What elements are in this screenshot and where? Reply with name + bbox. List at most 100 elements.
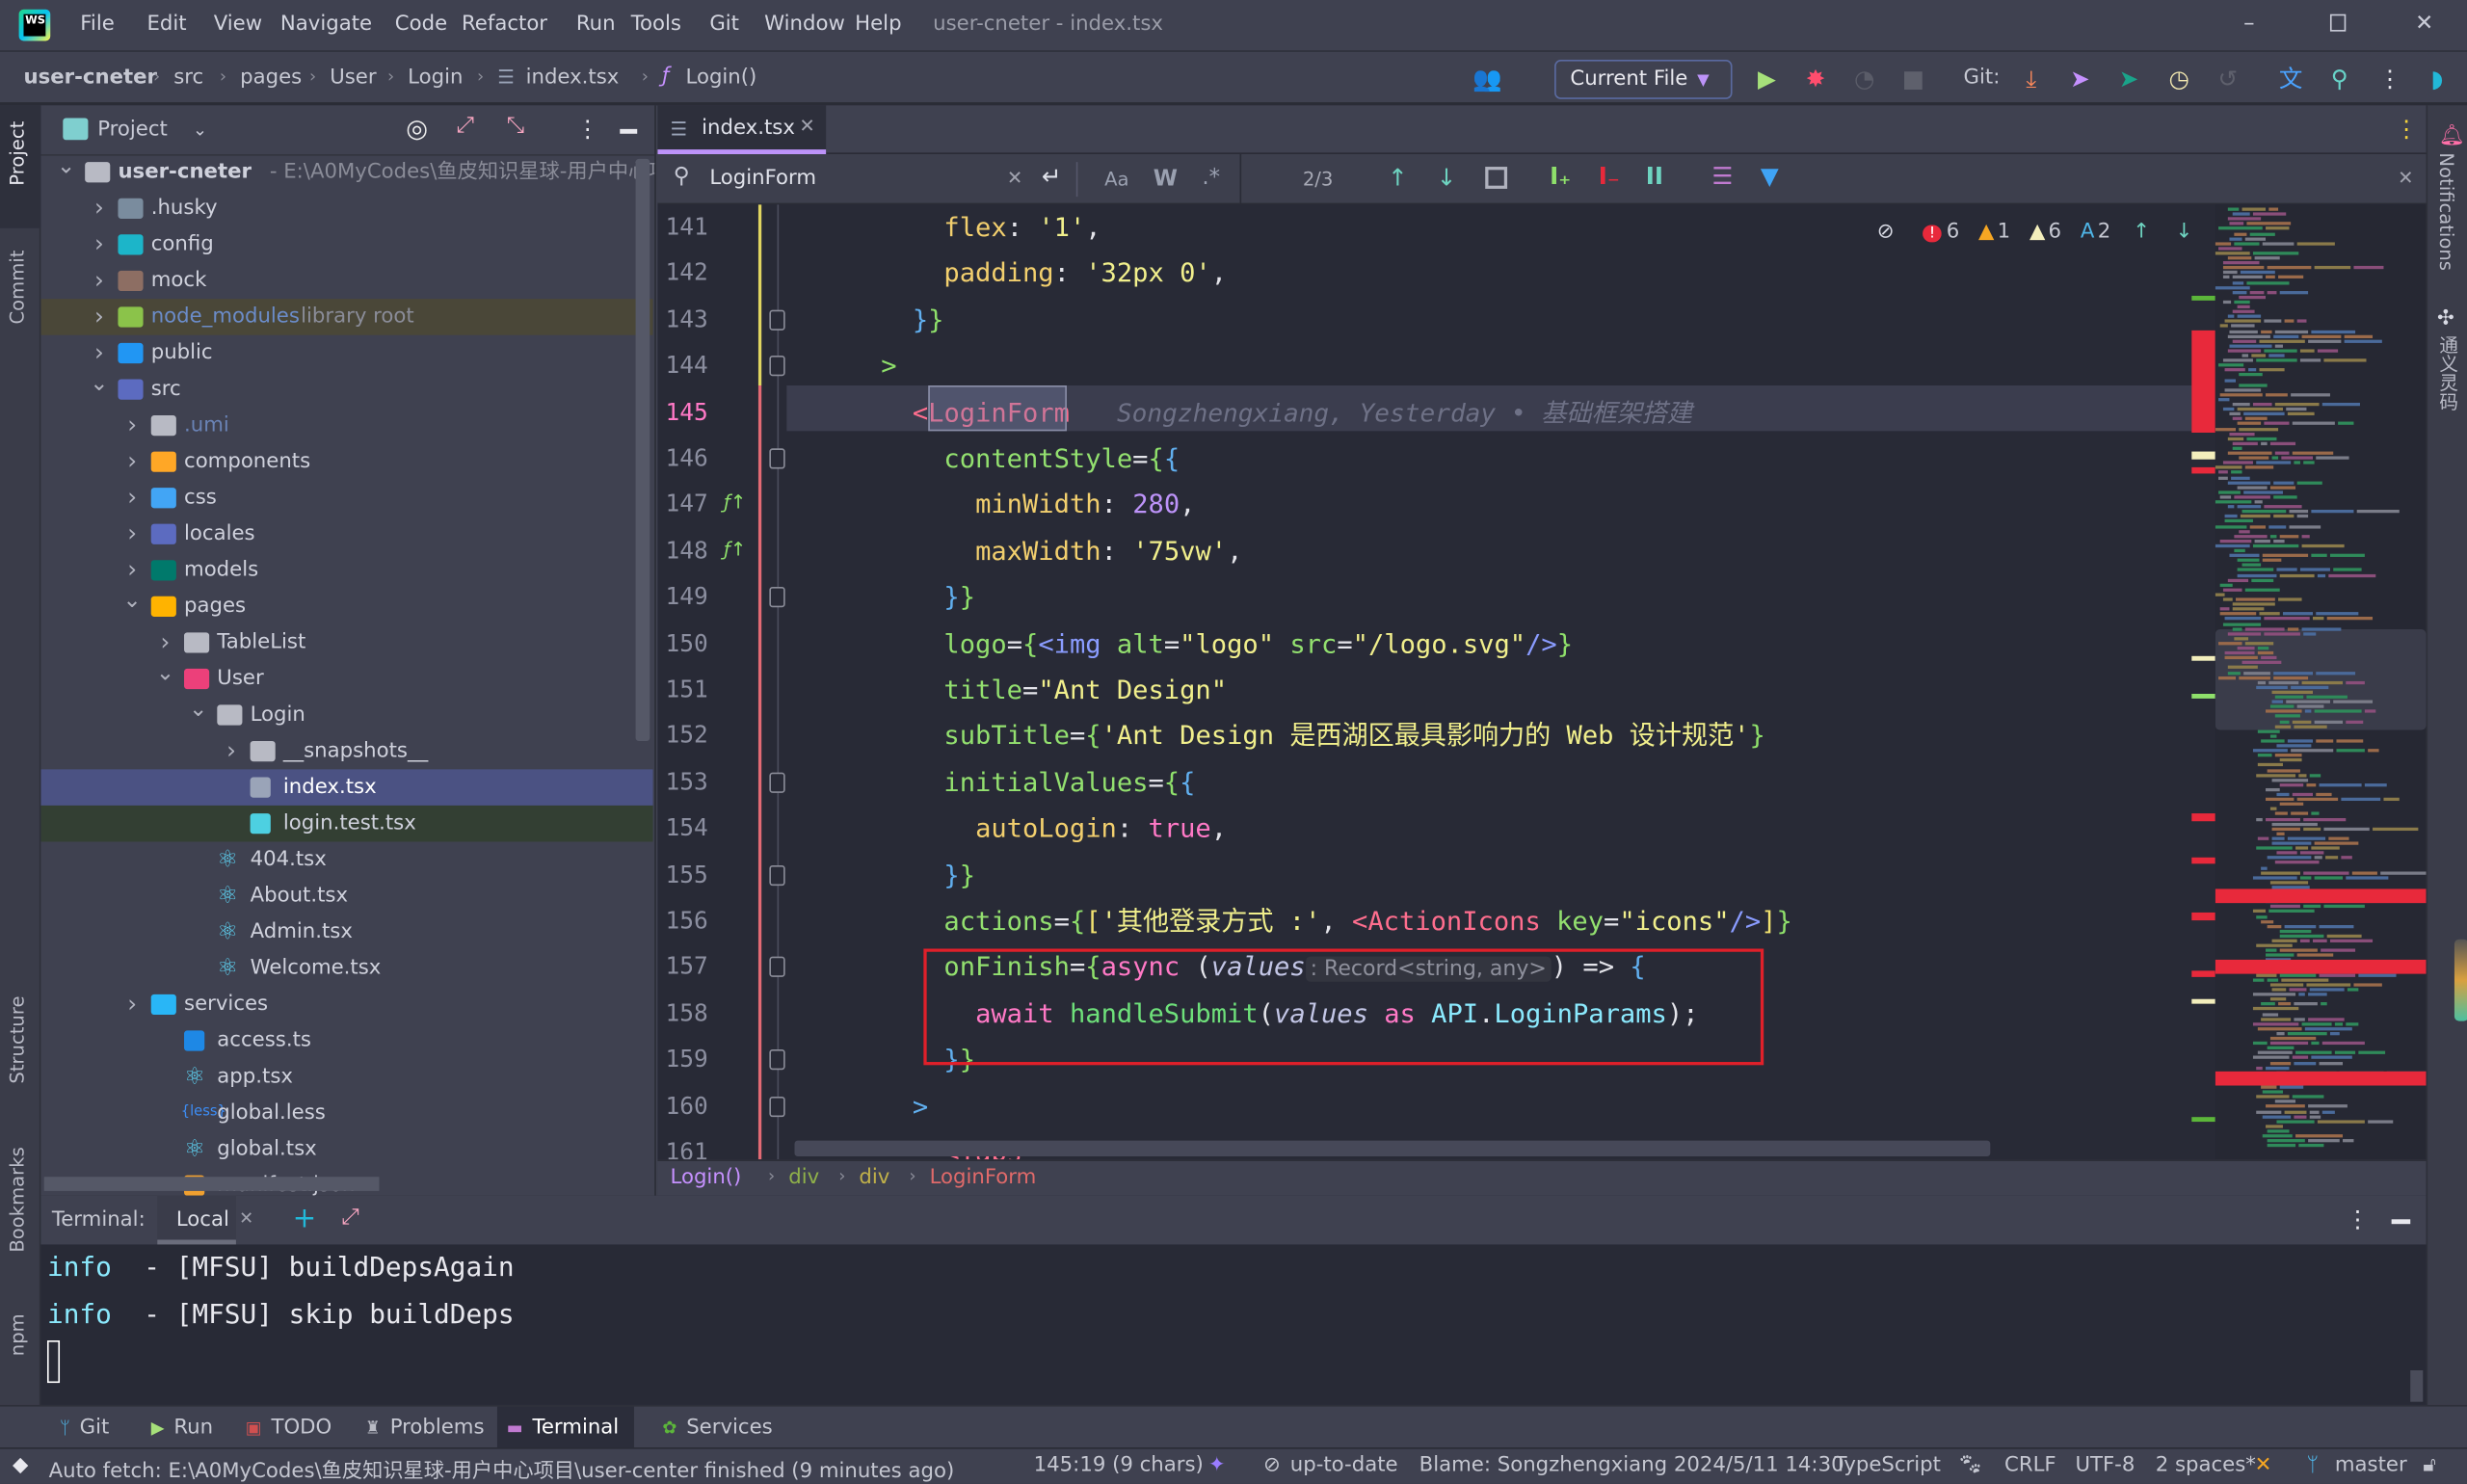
- tree-item-tablelist[interactable]: › TableList: [40, 624, 652, 661]
- match-case-toggle[interactable]: Aa: [1104, 169, 1128, 191]
- tree-item-user[interactable]: ⌄ User: [40, 661, 652, 698]
- locate-file-icon[interactable]: ◎: [406, 114, 428, 144]
- tree-item-css[interactable]: › css: [40, 480, 652, 517]
- tree-item-locales[interactable]: › locales: [40, 517, 652, 553]
- hide-inspections-icon[interactable]: ⊘: [1877, 221, 1895, 244]
- status-message[interactable]: Auto fetch: E:\A0MyCodes\鱼皮知识星球-用户中心项目\u…: [49, 1454, 955, 1483]
- tree-item-umi[interactable]: › .umi: [40, 408, 652, 444]
- ai-assistant-icon[interactable]: ✦: [1208, 1454, 1226, 1477]
- tongyi-icon[interactable]: ✣: [2437, 306, 2454, 330]
- git-push-icon[interactable]: ➤: [2114, 65, 2142, 93]
- breadcrumb-item[interactable]: pages: [240, 66, 302, 90]
- tree-item-node-modules[interactable]: › node_modules library root: [40, 299, 653, 335]
- menu-edit[interactable]: Edit: [146, 13, 186, 36]
- profile-icon[interactable]: ◔: [1850, 65, 1878, 93]
- tree-item-app-tsx[interactable]: ⚛ app.tsx: [40, 1059, 652, 1096]
- bell-icon[interactable]: 🔔︎: [2439, 124, 2465, 147]
- editor-breadcrumb-item[interactable]: LoginForm: [930, 1166, 1037, 1189]
- select-all-occurrences-icon[interactable]: II: [1646, 162, 1663, 190]
- vcs-status[interactable]: up-to-date: [1290, 1454, 1398, 1477]
- more-icon[interactable]: ⋮: [2375, 65, 2403, 93]
- fold-icon[interactable]: [769, 309, 785, 331]
- terminal-options-icon[interactable]: ⋮: [2346, 1206, 2369, 1233]
- previous-match-icon[interactable]: ↑: [1388, 164, 1408, 192]
- tree-item-public[interactable]: › public: [40, 335, 652, 372]
- terminal-scrollbar[interactable]: [2410, 1370, 2424, 1402]
- collapse-all-icon[interactable]: ⤡: [507, 114, 524, 139]
- error-stripe-marker[interactable]: [2191, 970, 2215, 977]
- menu-git[interactable]: Git: [709, 13, 739, 36]
- tree-item-welcome-tsx[interactable]: ⚛ Welcome.tsx: [40, 950, 652, 987]
- project-view-select[interactable]: Project ⌄: [97, 118, 207, 141]
- menu-refactor[interactable]: Refactor: [462, 13, 547, 36]
- fold-icon[interactable]: [769, 587, 785, 608]
- chevron-right-icon[interactable]: ›: [122, 987, 142, 1023]
- plugin-icon[interactable]: ◗: [2423, 65, 2451, 93]
- tree-item-user-cneter[interactable]: ⌄ user-cneter - E:\A0MyCodes\鱼皮知识星球-用户中心项…: [40, 154, 654, 191]
- chevron-down-icon[interactable]: ⌄: [189, 692, 208, 729]
- project-tool-label[interactable]: Project: [7, 121, 29, 186]
- chevron-right-icon[interactable]: ›: [122, 480, 142, 517]
- inline-blame[interactable]: Songzhengxiang, Yesterday • 基础框架搭建: [1117, 397, 1692, 427]
- tree-item-snapshots[interactable]: › __snapshots__: [40, 733, 652, 770]
- options-icon[interactable]: ⋮: [576, 115, 599, 143]
- fold-icon[interactable]: [769, 356, 785, 377]
- tree-item-components[interactable]: › components: [40, 443, 652, 480]
- blame-info[interactable]: Blame: Songzhengxiang 2024/5/11 14:30: [1419, 1454, 1844, 1477]
- tree-item-src[interactable]: ⌄ src: [40, 371, 652, 408]
- rollback-icon[interactable]: ↺: [2214, 65, 2242, 93]
- tool-tab-todo[interactable]: ▣ TODO: [236, 1407, 332, 1449]
- error-stripe-marker[interactable]: [2191, 1117, 2215, 1123]
- tool-tab-services[interactable]: ✿ Services: [653, 1407, 772, 1449]
- tools-icon[interactable]: ✕: [2255, 1454, 2272, 1477]
- menu-run[interactable]: Run: [576, 13, 616, 36]
- fold-icon[interactable]: [769, 957, 785, 978]
- tree-item-admin-tsx[interactable]: ⚛ Admin.tsx: [40, 914, 652, 951]
- tree-item-pages[interactable]: ⌄ pages: [40, 589, 652, 625]
- history-icon[interactable]: ◷: [2165, 65, 2193, 93]
- tree-item-index-tsx[interactable]: index.tsx: [40, 769, 653, 806]
- code-area[interactable]: 141 142 143 144 145 146 147 ƒ↑ 148 ƒ↑ 149 150 151 152…: [657, 204, 2427, 1160]
- git-commit-icon[interactable]: ➤: [2066, 65, 2094, 93]
- npm-tool-label[interactable]: npm: [7, 1313, 29, 1356]
- encoding[interactable]: UTF-8: [2075, 1454, 2135, 1477]
- tree-horizontal-scrollbar[interactable]: [43, 1177, 380, 1191]
- menu-view[interactable]: View: [214, 13, 262, 36]
- tree-item-login[interactable]: ⌄ Login: [40, 697, 652, 733]
- filter-icon[interactable]: ▼: [1761, 162, 1779, 190]
- next-match-icon[interactable]: ↓: [1437, 164, 1457, 192]
- error-stripe-marker[interactable]: [2191, 451, 2215, 460]
- restore-button[interactable]: [2329, 13, 2347, 32]
- open-in-window-icon[interactable]: [1485, 167, 1508, 189]
- chevron-right-icon[interactable]: ›: [222, 733, 241, 770]
- chevron-right-icon[interactable]: ›: [122, 517, 142, 553]
- tool-tab-terminal[interactable]: ▬ Terminal: [496, 1406, 634, 1449]
- error-stripe-marker[interactable]: [2191, 295, 2215, 301]
- search-icon[interactable]: ⚲: [2325, 65, 2353, 93]
- editor-breadcrumb-item[interactable]: div: [859, 1166, 889, 1189]
- breadcrumb-item[interactable]: index.tsx: [526, 66, 620, 90]
- menu-navigate[interactable]: Navigate: [280, 13, 372, 36]
- baidu-icon[interactable]: 🐾︎: [1957, 1454, 1983, 1477]
- new-terminal-icon[interactable]: +: [293, 1202, 317, 1234]
- error-stripe-marker[interactable]: [2191, 330, 2215, 433]
- tree-item-config[interactable]: › config: [40, 226, 652, 263]
- close-find-icon[interactable]: ✕: [2398, 167, 2413, 189]
- git-update-icon[interactable]: ⤓: [2017, 65, 2045, 93]
- tool-tab-git[interactable]: ᛘ Git: [50, 1407, 109, 1449]
- chevron-down-icon[interactable]: ⌄: [122, 584, 142, 621]
- chevron-right-icon[interactable]: ›: [90, 299, 109, 335]
- close-tab-icon[interactable]: ✕: [799, 115, 814, 137]
- tool-tab-run[interactable]: ▶ Run: [142, 1407, 213, 1449]
- terminal-tab-local[interactable]: Local ✕: [157, 1195, 253, 1245]
- fold-icon[interactable]: [769, 448, 785, 469]
- tree-scrollbar[interactable]: [635, 158, 650, 741]
- chevron-right-icon[interactable]: ›: [90, 263, 109, 300]
- maximize-icon[interactable]: ⤢: [341, 1206, 358, 1231]
- filter-search-results-icon[interactable]: ☰: [1711, 162, 1733, 190]
- whole-word-toggle[interactable]: W: [1154, 167, 1178, 192]
- menu-help[interactable]: Help: [855, 13, 901, 36]
- inspection-widget[interactable]: ⊘ ! 6 ▲ 1 ▲ 6 A2 ↑ ↓: [1877, 221, 2193, 244]
- function-override-icon[interactable]: ƒ↑: [724, 491, 746, 514]
- error-stripe-marker[interactable]: [2191, 857, 2215, 864]
